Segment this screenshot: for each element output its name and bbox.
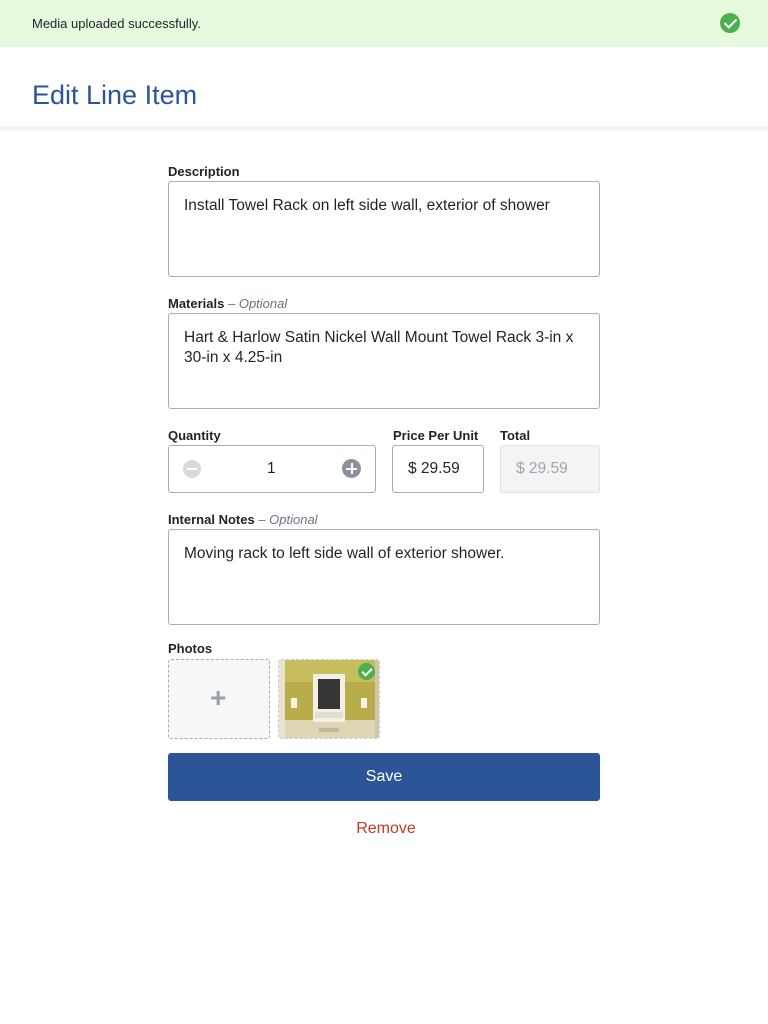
description-value: Install Towel Rack on left side wall, ex…: [184, 197, 550, 214]
check-circle-icon: [720, 13, 740, 33]
description-label-text: Description: [168, 164, 240, 179]
materials-label: Materials – Optional: [168, 296, 287, 311]
materials-field[interactable]: Hart & Harlow Satin Nickel Wall Mount To…: [168, 313, 600, 409]
add-photo-button[interactable]: +: [168, 659, 270, 739]
quantity-value: 1: [267, 460, 276, 477]
materials-value: Hart & Harlow Satin Nickel Wall Mount To…: [184, 329, 574, 366]
plus-circle-icon[interactable]: [342, 459, 361, 478]
toast-message: Media uploaded successfully.: [32, 16, 201, 31]
total-label-text: Total: [500, 428, 531, 443]
save-button[interactable]: Save: [168, 753, 600, 801]
internal-notes-field[interactable]: Moving rack to left side wall of exterio…: [168, 529, 600, 625]
description-label: Description: [168, 164, 240, 179]
price-per-unit-label-text: Price Per Unit: [393, 428, 479, 443]
photos-label: Photos: [168, 641, 212, 656]
total-label: Total: [500, 428, 530, 443]
minus-circle-icon[interactable]: [183, 460, 201, 478]
internal-notes-value: Moving rack to left side wall of exterio…: [184, 545, 505, 562]
description-field[interactable]: Install Towel Rack on left side wall, ex…: [168, 181, 600, 277]
optional-hint: – Optional: [228, 296, 288, 311]
uploaded-check-icon: [358, 663, 375, 680]
page-header: Edit Line Item: [0, 47, 768, 131]
quantity-label: Quantity: [168, 428, 221, 443]
quantity-stepper[interactable]: 1: [168, 445, 376, 493]
price-per-unit-label: Price Per Unit: [393, 428, 478, 443]
photos-label-text: Photos: [168, 641, 213, 656]
materials-label-text: Materials: [168, 296, 225, 311]
quantity-label-text: Quantity: [168, 428, 221, 443]
internal-notes-label-text: Internal Notes: [168, 512, 255, 527]
optional-hint: – Optional: [258, 512, 318, 527]
price-per-unit-field[interactable]: $ 29.59: [392, 445, 484, 493]
internal-notes-label: Internal Notes – Optional: [168, 512, 318, 527]
total-field: $ 29.59: [500, 445, 600, 493]
page-title: Edit Line Item: [32, 80, 198, 110]
price-per-unit-value: $ 29.59: [408, 460, 460, 477]
plus-icon: +: [210, 682, 227, 713]
success-toast: Media uploaded successfully.: [0, 0, 768, 47]
remove-link[interactable]: Remove: [0, 820, 768, 838]
total-value: $ 29.59: [516, 460, 568, 477]
